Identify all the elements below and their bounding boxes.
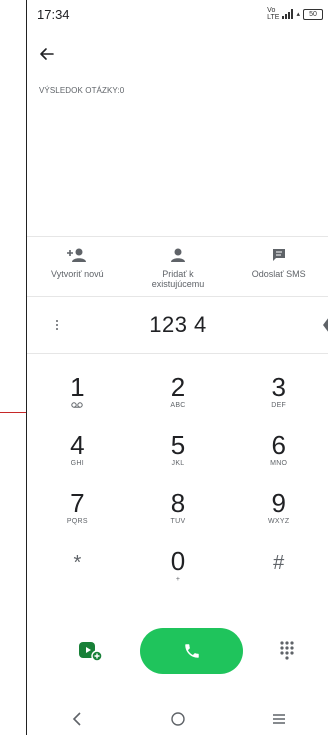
key-letters: MNO [270, 460, 288, 467]
key-2[interactable]: 2 ABC [128, 372, 229, 430]
search-result-count: VÝSLEDOK OTÁZKY:0 [39, 86, 125, 95]
signal-icon [282, 9, 294, 19]
volte-top: Vo [267, 7, 276, 14]
voicemail-icon [71, 402, 84, 410]
key-digit: 4 [70, 430, 85, 460]
key-letters: ABC [170, 402, 186, 409]
dialpad: 1 2 ABC 3 DEF 4 GHI 5 JKL 6 MNO 7 PQRS 8… [27, 372, 328, 604]
key-digit: 3 [271, 372, 286, 402]
status-bar: 17:34 Vo LTE ▴ 50 [27, 0, 328, 28]
dialed-number-row: 123 4 [27, 296, 328, 354]
nav-back-icon[interactable] [65, 707, 89, 731]
status-icons: Vo LTE ▴ 50 [267, 7, 323, 21]
phone-screen: 17:34 Vo LTE ▴ 50 VÝSLEDOK OTÁZKY:0 Vytv… [26, 0, 328, 735]
action-label: Pridať k existujúcemu [151, 269, 205, 289]
more-vert-icon[interactable] [51, 315, 63, 335]
call-actions [27, 628, 328, 674]
battery-level: 50 [309, 10, 317, 18]
key-digit: 6 [271, 430, 286, 460]
dialed-number[interactable]: 123 4 [149, 312, 207, 338]
send-sms-button[interactable]: Odoslať SMS [228, 237, 328, 293]
key-4[interactable]: 4 GHI [27, 430, 128, 488]
keypad-row: * 0 + # [27, 546, 328, 604]
add-contact-icon [65, 245, 89, 265]
key-digit: 0 [170, 546, 186, 576]
key-digit: 2 [170, 372, 186, 402]
key-symbol: * [73, 552, 82, 574]
nav-home-icon[interactable] [166, 707, 190, 731]
key-0[interactable]: 0 + [128, 546, 229, 604]
key-9[interactable]: 9 WXYZ [228, 488, 328, 546]
key-digit: 8 [170, 488, 186, 518]
key-5[interactable]: 5 JKL [128, 430, 229, 488]
key-digit: 1 [70, 372, 85, 402]
key-letters: GHI [70, 460, 85, 467]
keypad-row: 7 PQRS 8 TUV 9 WXYZ [27, 488, 328, 546]
key-letters: PQRS [66, 518, 88, 525]
key-7[interactable]: 7 PQRS [27, 488, 128, 546]
nav-recents-icon[interactable] [267, 707, 291, 731]
keypad-row: 4 GHI 5 JKL 6 MNO [27, 430, 328, 488]
key-digit: 9 [271, 488, 286, 518]
video-call-icon[interactable] [79, 640, 103, 662]
key-digit: 5 [170, 430, 186, 460]
key-letters: DEF [271, 402, 287, 409]
key-letters: + [175, 576, 181, 583]
key-letters: TUV [170, 518, 186, 525]
volte-bottom: LTE [267, 14, 280, 21]
key-letters: JKL [171, 460, 185, 467]
key-digit: 7 [70, 488, 85, 518]
action-label: Odoslať SMS [251, 269, 306, 279]
battery-icon: 50 [303, 8, 323, 20]
action-label: Vytvoriť novú [51, 269, 104, 279]
create-new-contact-button[interactable]: Vytvoriť novú [27, 237, 128, 293]
system-nav-bar [27, 703, 328, 735]
volte-indicator: Vo LTE [267, 7, 279, 21]
key-1[interactable]: 1 [27, 372, 128, 430]
key-letters: WXYZ [267, 518, 290, 525]
message-icon [271, 245, 287, 265]
dialpad-icon[interactable] [276, 640, 298, 662]
key-symbol: # [273, 552, 285, 574]
contact-actions: Vytvoriť novú Pridať k existujúcemu Odos… [27, 236, 328, 293]
phone-icon [184, 644, 199, 658]
person-icon [170, 245, 186, 265]
arrow-left-icon[interactable] [35, 42, 59, 66]
status-time: 17:34 [37, 6, 70, 22]
key-8[interactable]: 8 TUV [128, 488, 229, 546]
key-star[interactable]: * [27, 546, 128, 604]
key-6[interactable]: 6 MNO [228, 430, 328, 488]
data-arrow-icon: ▴ [296, 11, 300, 18]
key-hash[interactable]: # [228, 546, 328, 604]
key-3[interactable]: 3 DEF [228, 372, 328, 430]
backspace-icon[interactable] [323, 317, 328, 333]
call-button[interactable] [140, 628, 243, 674]
keypad-row: 1 2 ABC 3 DEF [27, 372, 328, 430]
add-to-existing-button[interactable]: Pridať k existujúcemu [128, 237, 229, 293]
